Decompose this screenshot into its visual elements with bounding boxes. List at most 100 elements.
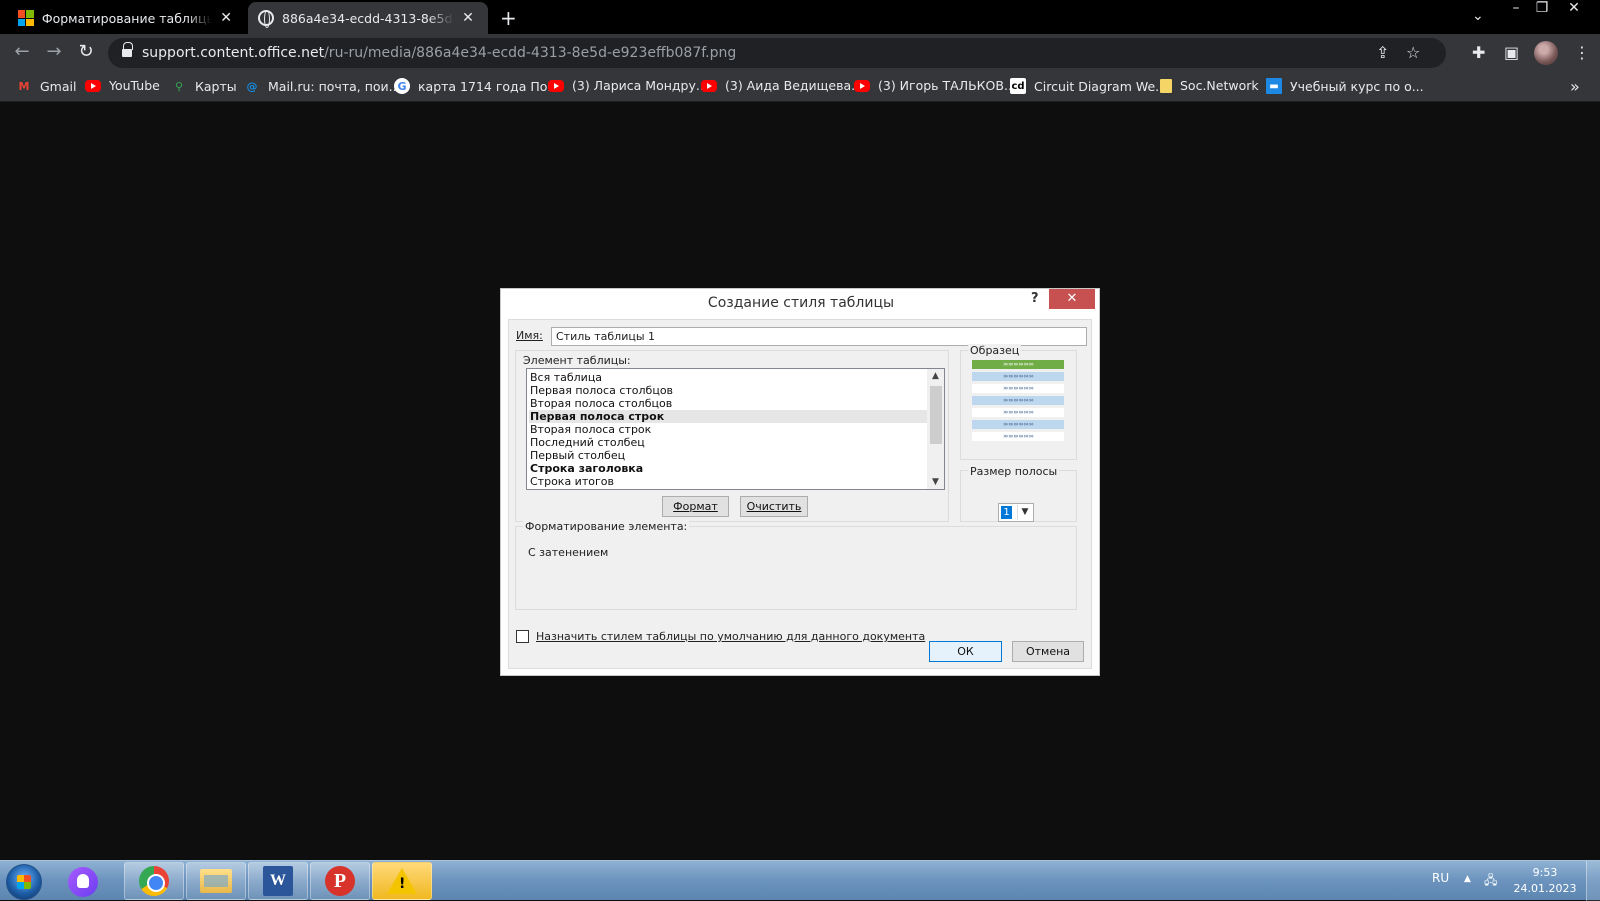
tab-excel-formatting[interactable]: Форматирование таблицы Excel ✕ — [8, 2, 244, 34]
preview-stripe-row: ››› ››› ››› ››› ››› ››› — [972, 372, 1064, 381]
preview-row: ››› ››› ››› ››› ››› ››› — [972, 432, 1064, 441]
help-icon[interactable]: ? — [1031, 291, 1039, 306]
cancel-button[interactable]: Отмена — [1012, 641, 1084, 662]
bookmark-youtube-vedishcheva[interactable]: (3) Аида Ведищева... — [701, 78, 863, 93]
word-icon: W — [263, 866, 293, 896]
scroll-thumb[interactable] — [930, 386, 942, 444]
element-format-group — [515, 526, 1077, 610]
side-panel-icon[interactable]: ▣ — [1504, 43, 1519, 62]
taskbar-p-app[interactable]: P — [310, 862, 370, 900]
youtube-icon — [854, 79, 870, 92]
list-item[interactable]: Вторая полоса строк — [529, 423, 929, 436]
list-item[interactable]: Первая полоса столбцов — [529, 384, 929, 397]
extensions-icon[interactable]: ✚ — [1472, 43, 1485, 62]
show-desktop-button[interactable] — [1586, 861, 1600, 901]
scroll-down-icon[interactable]: ▼ — [927, 475, 944, 489]
tab-title: Форматирование таблицы Excel — [41, 10, 213, 26]
language-indicator[interactable]: RU — [1432, 871, 1449, 885]
bookmark-youtube-mondrus[interactable]: (3) Лариса Мондру... — [548, 78, 708, 93]
bookmark-maps[interactable]: ⚲ Карты — [171, 78, 237, 94]
list-item[interactable]: Первый столбец — [529, 449, 929, 462]
dialog-title: Создание стиля таблицы — [707, 295, 895, 311]
close-tab-icon[interactable]: ✕ — [218, 10, 234, 26]
bookmark-circuit-diagram[interactable]: cd Circuit Diagram We... — [1010, 78, 1167, 94]
default-style-label[interactable]: Назначить стилем таблицы по умолчанию дл… — [536, 630, 925, 643]
restore-icon[interactable]: ❐ — [1528, 0, 1556, 18]
ok-button[interactable]: ОК — [929, 641, 1002, 662]
tab-search-chevron-icon[interactable]: ⌄ — [1472, 8, 1484, 24]
dialog-close-button[interactable]: ✕ — [1049, 289, 1095, 309]
chevron-down-icon[interactable]: ▼ — [1017, 505, 1032, 520]
bookmark-youtube[interactable]: YouTube — [85, 78, 160, 93]
taskbar-explorer[interactable] — [186, 862, 246, 900]
start-button[interactable] — [6, 864, 42, 900]
menu-icon[interactable]: ⋮ — [1574, 43, 1590, 62]
google-icon: G — [394, 78, 410, 94]
list-scrollbar[interactable]: ▲ ▼ — [927, 369, 944, 489]
preview-stripe-row: ››› ››› ››› ››› ››› ››› — [972, 420, 1064, 429]
windows-taskbar: W P RU ▲ 🖧 9:53 24.01.2023 — [0, 860, 1600, 901]
more-bookmarks-icon[interactable]: » — [1570, 77, 1580, 96]
bookmark-youtube-talkov[interactable]: (3) Игорь ТАЛЬКОВ... — [854, 78, 1016, 93]
dialog-body: Имя: Элемент таблицы: Вся таблица Первая… — [508, 319, 1092, 669]
profile-avatar[interactable] — [1534, 41, 1558, 65]
bookmark-soc-network[interactable]: Soc.Network — [1160, 78, 1259, 93]
taskbar-word[interactable]: W — [248, 862, 308, 900]
taskbar-chrome[interactable] — [124, 862, 184, 900]
sample-label: Образец — [968, 344, 1022, 357]
clock-time: 9:53 — [1532, 866, 1558, 879]
clock[interactable]: 9:53 24.01.2023 — [1508, 865, 1582, 897]
share-icon[interactable]: ⇪ — [1376, 43, 1389, 62]
list-item[interactable]: Вся таблица — [529, 371, 929, 384]
forward-icon[interactable]: → — [42, 41, 66, 65]
p-app-icon: P — [325, 866, 355, 896]
youtube-icon — [548, 79, 564, 92]
list-item-selected[interactable]: Первая полоса строк — [529, 410, 929, 423]
element-format-label: Форматирование элемента: — [523, 520, 690, 533]
url-text[interactable]: support.content.office.net/ru-ru/media/8… — [142, 45, 736, 61]
list-item[interactable]: Строка заголовка — [529, 462, 929, 475]
folder-icon — [1160, 78, 1172, 93]
window-close-icon[interactable]: ✕ — [1560, 0, 1588, 18]
bookmarks-bar: M Gmail YouTube ⚲ Карты @ Mail.ru: почта, п… — [0, 72, 1600, 102]
back-icon[interactable]: ← — [10, 41, 34, 65]
scroll-up-icon[interactable]: ▲ — [927, 369, 944, 383]
minimize-icon[interactable]: – — [1502, 0, 1530, 18]
close-tab-icon[interactable]: ✕ — [460, 10, 476, 26]
microsoft-logo-icon — [18, 10, 34, 26]
table-element-list[interactable]: Вся таблица Первая полоса столбцов Втора… — [526, 368, 945, 490]
create-table-style-dialog: Создание стиля таблицы ? ✕ Имя: Элемент … — [500, 288, 1100, 676]
bookmark-map-1714[interactable]: Gкарта 1714 года По... — [394, 78, 559, 94]
clear-button[interactable]: Очистить — [740, 496, 808, 517]
bookmark-course[interactable]: ▬ Учебный курс по о... — [1266, 78, 1424, 94]
tab-image[interactable]: 886a4e34-ecdd-4313-8e5d-e923effb087f.png… — [248, 2, 488, 34]
list-item[interactable]: Последний столбец — [529, 436, 929, 449]
default-style-checkbox[interactable] — [516, 630, 529, 643]
format-button[interactable]: Формат — [662, 496, 729, 517]
element-format-value: С затенением — [528, 546, 609, 559]
address-bar[interactable]: support.content.office.net/ru-ru/media/8… — [108, 38, 1446, 68]
mailru-icon: @ — [246, 79, 258, 93]
bookmark-star-icon[interactable]: ☆ — [1406, 43, 1420, 62]
globe-icon — [258, 10, 274, 28]
table-element-label: Элемент таблицы: — [523, 354, 631, 367]
course-icon: ▬ — [1266, 78, 1282, 94]
bookmark-gmail[interactable]: M Gmail — [16, 78, 77, 94]
tray-expand-icon[interactable]: ▲ — [1464, 874, 1471, 884]
lock-icon[interactable] — [122, 42, 133, 58]
warning-icon — [387, 868, 417, 894]
network-icon[interactable]: 🖧 — [1484, 871, 1497, 892]
list-item[interactable]: Вторая полоса столбцов — [529, 397, 929, 410]
browser-tab-strip: Форматирование таблицы Excel ✕ 886a4e34-… — [0, 0, 1600, 34]
stripe-size-label: Размер полосы — [968, 465, 1060, 478]
list-item[interactable]: Строка итогов — [529, 475, 929, 488]
taskbar-warning-app[interactable] — [372, 862, 432, 900]
stripe-size-select[interactable]: 1 ▼ — [998, 503, 1034, 522]
reload-icon[interactable]: ↻ — [74, 41, 98, 65]
preview-header-row: ››› ››› ››› ››› ››› ››› — [972, 360, 1064, 369]
new-tab-button[interactable]: + — [500, 6, 517, 30]
alice-assistant-icon[interactable] — [68, 867, 98, 897]
youtube-icon — [85, 79, 101, 92]
bookmark-mailru[interactable]: @ Mail.ru: почта, пои... — [244, 78, 401, 94]
maps-pin-icon: ⚲ — [174, 79, 184, 93]
